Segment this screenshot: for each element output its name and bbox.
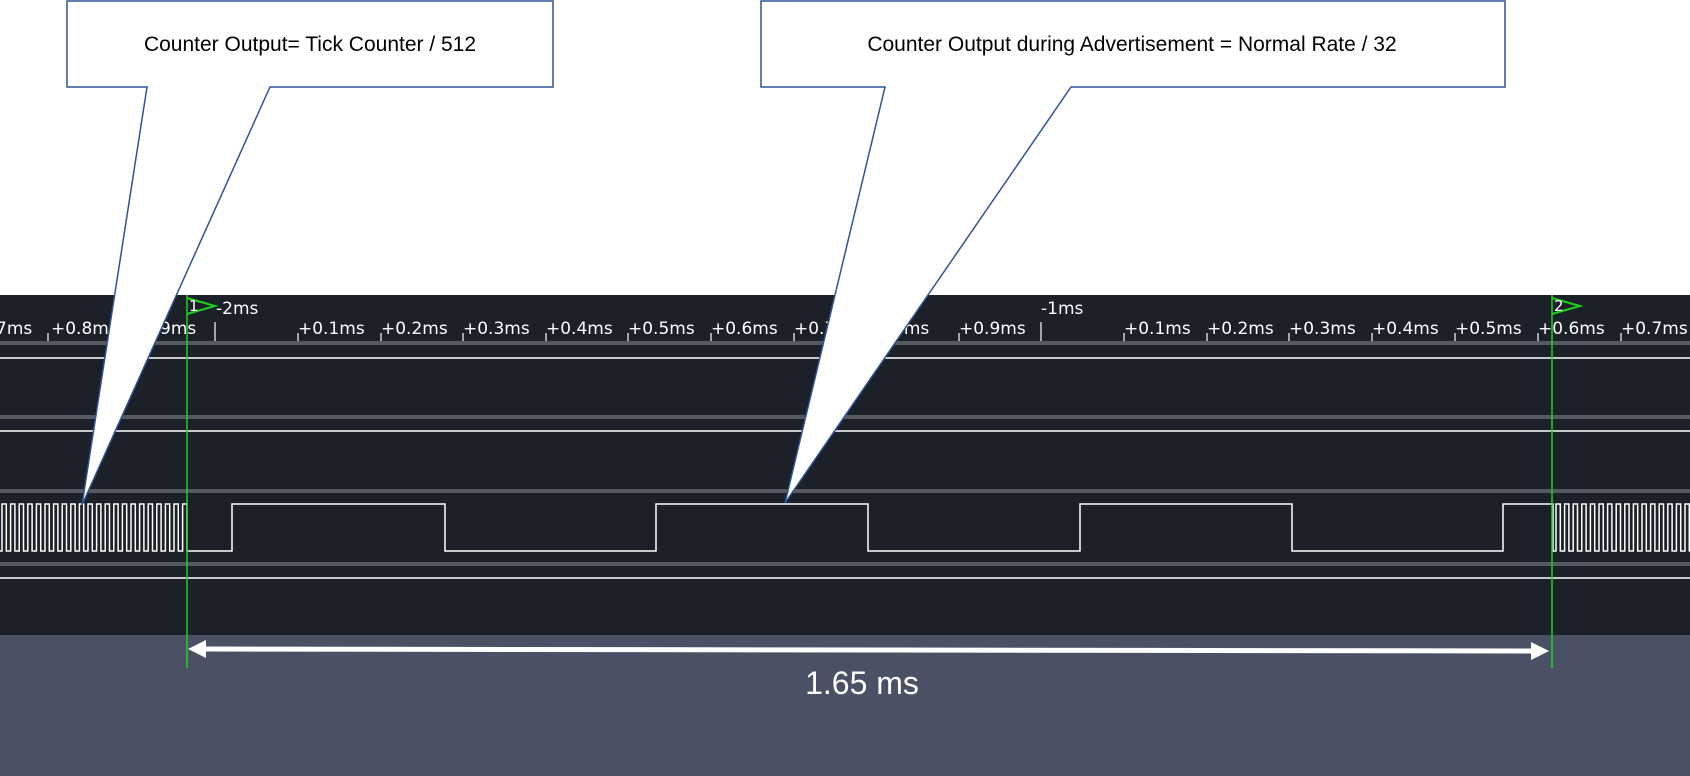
marker-label: 1 (189, 297, 199, 315)
measurement-label: 1.65 ms (805, 665, 919, 701)
tick-label-minor: +0.1ms (298, 319, 365, 339)
tick-label-minor: +0.4ms (546, 319, 613, 339)
tick-label-minor: +0.3ms (463, 319, 530, 339)
marker-label: 2 (1554, 297, 1564, 315)
tick-label-minor: +0.1ms (1124, 319, 1191, 339)
lower-panel (0, 635, 1690, 776)
tick-label-minor: +0.7ms (1621, 319, 1688, 339)
tick-label-minor: +0.5ms (1455, 319, 1522, 339)
tick-label-major: -1ms (1041, 299, 1084, 319)
tick-label-minor: +0.4ms (1372, 319, 1439, 339)
tick-label-minor: +0.6ms (711, 319, 778, 339)
callout-text: Counter Output during Advertisement = No… (867, 33, 1396, 56)
tick-label-minor: 7ms (0, 319, 32, 339)
logic-analyzer-scene: 7ms +0.8ms 9ms -2ms +0.1ms +0.2ms +0.3ms… (0, 0, 1690, 776)
callout-text: Counter Output= Tick Counter / 512 (144, 33, 476, 56)
tick-label-minor: +0.3ms (1289, 319, 1356, 339)
tick-label-minor: +0.9ms (959, 319, 1026, 339)
tick-label-minor: +0.2ms (381, 319, 448, 339)
tick-label-minor: +0.2ms (1207, 319, 1274, 339)
tick-label-minor: +0.6ms (1538, 319, 1605, 339)
tick-label-minor: 9ms (160, 319, 196, 339)
tick-label-minor: +0.5ms (628, 319, 695, 339)
tick-label-major: -2ms (216, 299, 259, 319)
